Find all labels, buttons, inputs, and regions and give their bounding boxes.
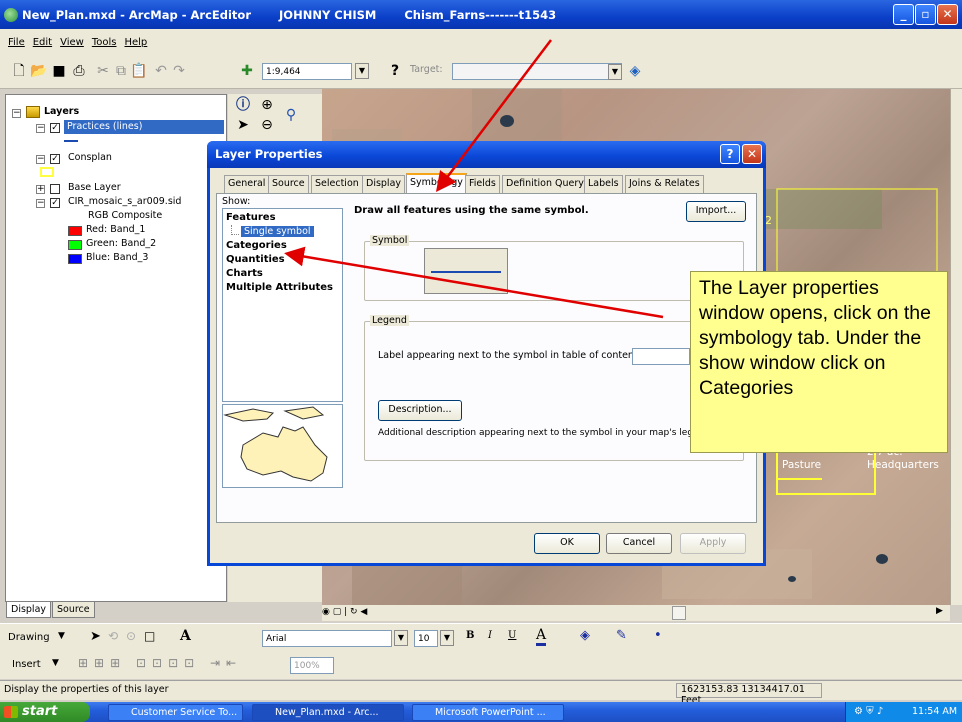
- annotation-arrows: [284, 39, 664, 319]
- arrow-to-categories: [284, 246, 664, 319]
- arrow-to-symbology-tab: [435, 39, 552, 192]
